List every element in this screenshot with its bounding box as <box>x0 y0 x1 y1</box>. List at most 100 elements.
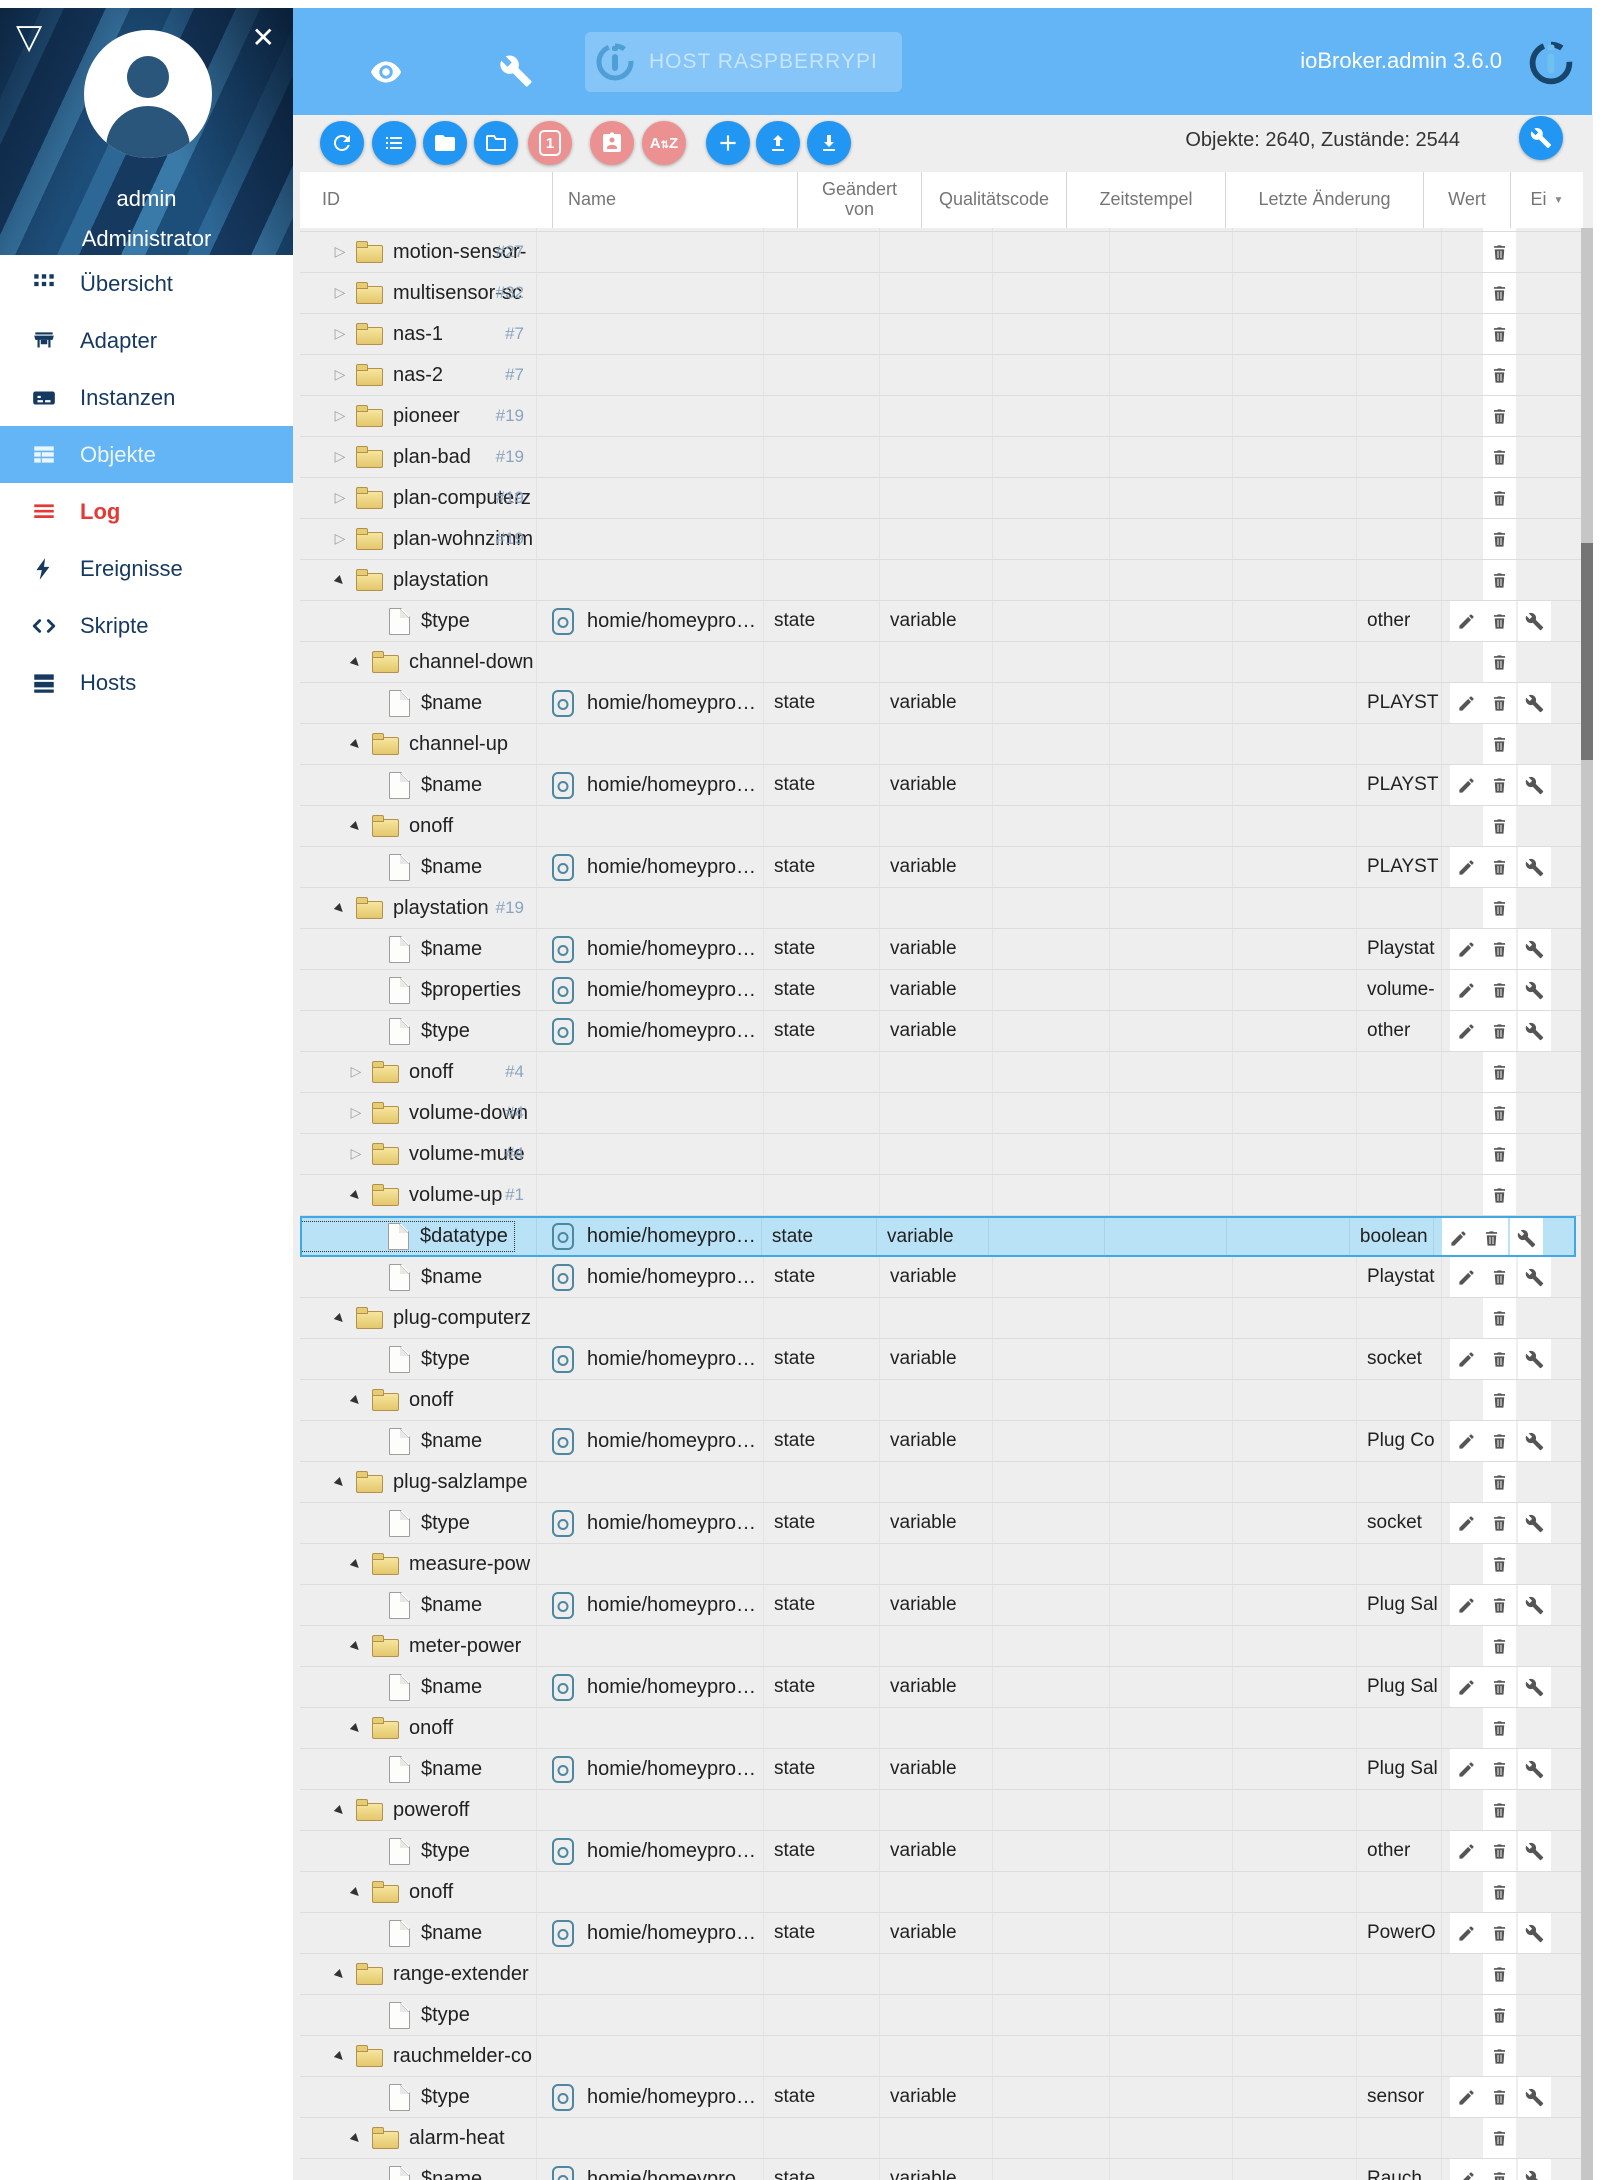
edit-object-button[interactable] <box>1518 1421 1551 1461</box>
edit-object-button[interactable] <box>1518 1011 1551 1051</box>
sidebar-item-objekte[interactable]: Objekte <box>0 426 293 483</box>
delete-object-button[interactable] <box>1483 560 1516 600</box>
tree-row-state[interactable]: $name homie/homeypro… state variable Plug Sa… <box>300 1749 1583 1790</box>
edit-value-button[interactable] <box>1450 765 1483 805</box>
scrollbar-thumb[interactable] <box>1581 543 1593 760</box>
tree-row-state[interactable]: $type homie/homeypro… state variable other <box>300 1011 1583 1052</box>
edit-object-button[interactable] <box>1518 601 1551 641</box>
collapse-arrow-icon[interactable]: ▶ <box>332 2047 348 2065</box>
collapse-arrow-icon[interactable]: ▶ <box>332 1473 348 1491</box>
tree-row-folder[interactable]: ▶ onoff <box>300 1872 1583 1913</box>
tree-row-state[interactable]: $name homie/homeypro… state variable Playsta… <box>300 1257 1583 1298</box>
column-header-name[interactable]: Name <box>553 172 798 228</box>
delete-object-button[interactable] <box>1483 1175 1516 1215</box>
delete-object-button[interactable] <box>1483 601 1516 641</box>
delete-object-button[interactable] <box>1483 1421 1516 1461</box>
edit-value-button[interactable] <box>1450 970 1483 1010</box>
edit-value-button[interactable] <box>1450 1503 1483 1543</box>
edit-value-button[interactable] <box>1450 847 1483 887</box>
tree-row-folder[interactable]: ▶ meter-power <box>300 1626 1583 1667</box>
collapse-menu-icon[interactable]: ▽ <box>16 20 42 54</box>
delete-object-button[interactable] <box>1483 970 1516 1010</box>
delete-object-button[interactable] <box>1483 1667 1516 1707</box>
sidebar-item-instanzen[interactable]: Instanzen <box>0 369 293 426</box>
delete-object-button[interactable] <box>1483 847 1516 887</box>
column-header-ei[interactable]: Ei ▼ <box>1511 172 1583 228</box>
delete-object-button[interactable] <box>1483 232 1516 272</box>
collapse-all-button[interactable] <box>423 121 467 165</box>
edit-value-button[interactable] <box>1450 1257 1483 1297</box>
tree-row-folder[interactable]: ▷ volume-mute #4 <box>300 1134 1583 1175</box>
delete-object-button[interactable] <box>1483 888 1516 928</box>
tree-row-state[interactable]: $name homie/homeypro… state variable Rauch <box>300 2159 1583 2180</box>
tree-row-folder[interactable]: ▷ motion-sensor- #27 <box>300 232 1583 273</box>
expand-arrow-icon[interactable]: ▷ <box>332 325 348 343</box>
edit-value-button[interactable] <box>1450 1667 1483 1707</box>
tree-row-folder[interactable]: ▷ volume-down #4 <box>300 1093 1583 1134</box>
expand-arrow-icon[interactable]: ▷ <box>332 489 348 507</box>
column-header-ge-ndert-von[interactable]: Geändert von <box>798 172 922 228</box>
show-ids-button[interactable] <box>590 121 634 165</box>
delete-object-button[interactable] <box>1483 1790 1516 1830</box>
upload-button[interactable] <box>756 121 800 165</box>
sidebar-item-hosts[interactable]: Hosts <box>0 654 293 711</box>
delete-object-button[interactable] <box>1483 228 1516 231</box>
edit-value-button[interactable] <box>1450 1011 1483 1051</box>
sidebar-item-adapter[interactable]: Adapter <box>0 312 293 369</box>
tree-row-state[interactable]: $properties homie/homeypro… state variable v… <box>300 970 1583 1011</box>
edit-value-button[interactable] <box>1450 1339 1483 1379</box>
delete-object-button[interactable] <box>1483 1708 1516 1748</box>
tree-row-state[interactable]: $type <box>300 1995 1583 2036</box>
list-view-button[interactable] <box>372 121 416 165</box>
delete-object-button[interactable] <box>1483 2036 1516 2076</box>
delete-object-button[interactable] <box>1483 1626 1516 1666</box>
tree-row-folder[interactable]: ▷ pioneer #19 <box>300 396 1583 437</box>
edit-value-button[interactable] <box>1442 1218 1476 1255</box>
collapse-arrow-icon[interactable]: ▶ <box>332 899 348 917</box>
column-header-id[interactable]: ID <box>300 172 553 228</box>
column-header-zeitstempel[interactable]: Zeitstempel <box>1067 172 1226 228</box>
sidebar-item-skripte[interactable]: Skripte <box>0 597 293 654</box>
collapse-arrow-icon[interactable]: ▶ <box>348 1186 364 1204</box>
delete-object-button[interactable] <box>1483 437 1516 477</box>
wrench-icon[interactable] <box>499 54 535 90</box>
tree-row-folder[interactable]: ▷ multisensor-sc #32 <box>300 273 1583 314</box>
tree-row-folder[interactable]: ▶ alarm-heat <box>300 2118 1583 2159</box>
tree-row-state[interactable]: $type homie/homeypro… state variable sensor <box>300 2077 1583 2118</box>
expand-level-button[interactable]: 1 <box>528 121 572 165</box>
sidebar-item-ereignisse[interactable]: Ereignisse <box>0 540 293 597</box>
delete-object-button[interactable] <box>1483 1831 1516 1871</box>
edit-object-button[interactable] <box>1518 1913 1551 1953</box>
delete-object-button[interactable] <box>1483 1298 1516 1338</box>
delete-object-button[interactable] <box>1483 1093 1516 1133</box>
tree-row-state[interactable]: $type homie/homeypro… state variable other <box>300 601 1583 642</box>
edit-value-button[interactable] <box>1450 1913 1483 1953</box>
edit-value-button[interactable] <box>1450 1585 1483 1625</box>
collapse-arrow-icon[interactable]: ▶ <box>348 735 364 753</box>
tree-row-state[interactable]: $type homie/homeypro… state variable socket <box>300 1339 1583 1380</box>
edit-value-button[interactable] <box>1450 683 1483 723</box>
tree-row-state[interactable]: $name homie/homeypro… state variable Plug Co <box>300 1421 1583 1462</box>
expand-all-button[interactable] <box>474 121 518 165</box>
collapse-arrow-icon[interactable]: ▶ <box>348 653 364 671</box>
edit-object-button[interactable] <box>1518 1749 1551 1789</box>
expand-arrow-icon[interactable]: ▷ <box>332 530 348 548</box>
delete-object-button[interactable] <box>1483 478 1516 518</box>
delete-object-button[interactable] <box>1483 2159 1516 2180</box>
edit-value-button[interactable] <box>1450 1749 1483 1789</box>
edit-object-button[interactable] <box>1518 765 1551 805</box>
tree-row-state[interactable]: $name homie/homeypro… state variable Plug Sa… <box>300 1667 1583 1708</box>
edit-object-button[interactable] <box>1518 683 1551 723</box>
delete-object-button[interactable] <box>1483 929 1516 969</box>
host-button[interactable]: HOST RASPBERRYPI <box>585 32 902 92</box>
close-icon[interactable]: ✕ <box>252 24 275 52</box>
tree-row-state[interactable]: $name homie/homeypro… state variable PowerO <box>300 1913 1583 1954</box>
delete-object-button[interactable] <box>1483 724 1516 764</box>
tree-row-folder[interactable]: ▷ plan-wohnzimm #19 <box>300 519 1583 560</box>
delete-object-button[interactable] <box>1483 1995 1516 2035</box>
delete-object-button[interactable] <box>1483 1954 1516 1994</box>
delete-object-button[interactable] <box>1483 1257 1516 1297</box>
tree-row-state[interactable]: $datatype homie/homeypro… state variable boo… <box>300 1216 1576 1257</box>
column-select-dropdown-icon[interactable]: ▼ <box>1554 195 1564 206</box>
delete-object-button[interactable] <box>1483 806 1516 846</box>
